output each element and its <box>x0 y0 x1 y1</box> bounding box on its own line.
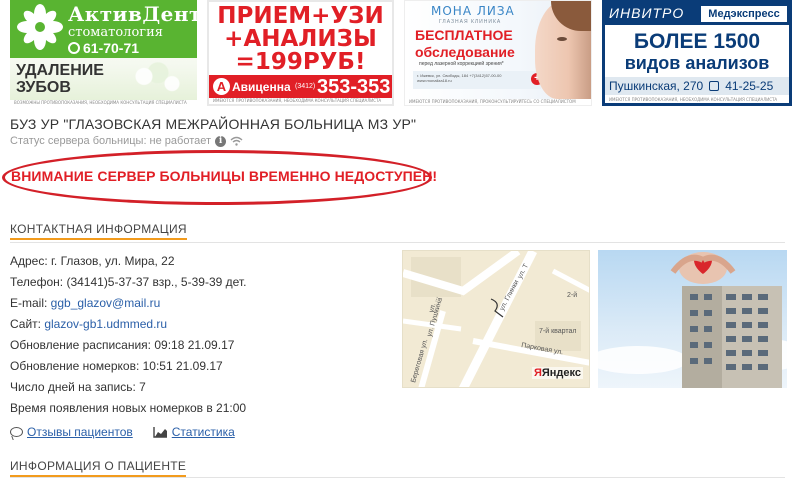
page-title: БУЗ УР "ГЛАЗОВСКАЯ МЕЖРАЙОННАЯ БОЛЬНИЦА … <box>10 116 417 132</box>
hospital-photo <box>598 250 787 388</box>
building-image <box>598 252 787 388</box>
ad-invitro-brand: ИНВИТРО <box>609 5 685 21</box>
phone-icon <box>709 81 720 91</box>
ad-aktivdent-brand: АктивДент <box>68 2 197 26</box>
contact-email-label: E-mail: <box>10 296 51 310</box>
ad-avicenna-line2: +АНАЛИЗЫ <box>224 26 377 52</box>
server-alert: ВНИМАНИЕ СЕРВЕР БОЛЬНИЦЫ ВРЕМЕННО НЕДОСТ… <box>11 168 438 184</box>
ad-monaliza-brand: МОНА ЛИЗА <box>431 4 515 18</box>
banner-row: АктивДент стоматология 61-70-71 УДАЛЕНИЕ… <box>10 0 792 106</box>
section-divider-bottom <box>10 477 785 478</box>
location-map[interactable]: ул. Т ул. Глинки ул. Пушкина Береговая у… <box>402 250 590 388</box>
ad-aktivdent-sub: стоматология <box>68 25 163 40</box>
contact-site-label: Сайт: <box>10 317 45 331</box>
ad-aktivdent-text-line2: ЗУБОВ <box>16 79 71 96</box>
blossom-decoration <box>123 62 193 98</box>
ad-aktivdent-text: УДАЛЕНИЕ ЗУБОВ <box>16 62 104 96</box>
schedule-update: Обновление расписания: 09:18 21.09.17 <box>10 338 235 352</box>
ad-invitro-line1: БОЛЕЕ 1500 <box>633 30 761 53</box>
ad-monaliza-brand-sub: ГЛАЗНАЯ КЛИНИКА <box>439 19 502 25</box>
info-icon[interactable]: i <box>215 135 227 147</box>
stats-link-label: Статистика <box>171 425 235 439</box>
chart-icon <box>153 426 167 438</box>
comment-icon <box>10 427 23 437</box>
ad-monaliza-subtitle: перед лазерной коррекцией зрения* <box>419 61 504 67</box>
patient-heading-text: ИНФОРМАЦИЯ О ПАЦИЕНТЕ <box>10 459 187 473</box>
booking-days: Число дней на запись: 7 <box>10 380 146 394</box>
contact-links: Отзывы пациентов Статистика <box>10 425 235 439</box>
stats-link[interactable]: Статистика <box>153 425 235 439</box>
new-numbers-time: Время появления новых номерков в 21:00 <box>10 401 247 415</box>
yandex-logo: ЯЯндекс <box>531 367 583 379</box>
ad-avicenna-line3: =199РУБ! <box>235 49 366 75</box>
avicenna-logo-icon: А <box>213 78 230 95</box>
section-divider <box>10 242 785 243</box>
ad-aktivdent[interactable]: АктивДент стоматология 61-70-71 УДАЛЕНИЕ… <box>10 0 197 106</box>
ad-aktivdent-phone-row: 61-70-71 <box>68 40 139 56</box>
ad-invitro[interactable]: ИНВИТРО Медэкспресс БОЛЕЕ 1500 видов ана… <box>602 0 792 106</box>
ad-invitro-address: Пушкинская, 270 <box>609 79 704 93</box>
map-provider: Яндекс <box>541 367 581 379</box>
ad-invitro-note: ИМЕЮТСЯ ПРОТИВОПОКАЗАНИЯ, НЕОБХОДИМА КОН… <box>605 97 789 103</box>
ad-aktivdent-note: ВОЗМОЖНЫ ПРОТИВОПОКАЗАНИЯ, НЕОБХОДИМА КО… <box>10 100 197 106</box>
ad-avicenna-bar: А Авиценна (3412) 353-353 <box>209 75 392 99</box>
ad-avicenna-code: (3412) <box>295 83 316 90</box>
contact-site-row: Сайт: glazov-gb1.udmmed.ru <box>10 317 167 331</box>
phone-icon <box>68 42 80 54</box>
numbers-update: Обновление номерков: 10:51 21.09.17 <box>10 359 223 373</box>
flower-logo-icon <box>17 4 63 50</box>
contact-heading-text: КОНТАКТНАЯ ИНФОРМАЦИЯ <box>10 222 187 236</box>
contact-email-row: E-mail: ggb_glazov@mail.ru <box>10 296 160 310</box>
ad-aktivdent-text-line1: УДАЛЕНИЕ <box>16 62 104 79</box>
contact-address: Адрес: г. Глазов, ул. Мира, 22 <box>10 254 175 268</box>
reviews-link[interactable]: Отзывы пациентов <box>10 425 133 439</box>
ad-invitro-footer: Пушкинская, 270 41-25-25 <box>605 77 789 95</box>
map-label-2: 2-й <box>567 291 577 299</box>
ad-avicenna-line1: ПРИЕМ+УЗИ <box>217 3 384 29</box>
ad-invitro-partner: Медэкспресс <box>701 6 787 22</box>
email-link[interactable]: ggb_glazov@mail.ru <box>51 296 161 310</box>
ad-avicenna[interactable]: ПРИЕМ+УЗИ +АНАЛИЗЫ =199РУБ! А Авиценна (… <box>207 0 394 106</box>
contact-phone: Телефон: (34141)5-37-37 взр., 5-39-39 де… <box>10 275 247 289</box>
ad-monaliza-title1: БЕСПЛАТНОЕ <box>415 27 513 43</box>
site-link[interactable]: glazov-gb1.udmmed.ru <box>44 317 167 331</box>
ad-avicenna-note: ИМЕЮТСЯ ПРОТИВОПОКАЗАНИЯ, НЕОБХОДИМА КОН… <box>209 98 392 104</box>
patient-heading: ИНФОРМАЦИЯ О ПАЦИЕНТЕ <box>10 459 187 477</box>
ad-avicenna-phone: 353-353 <box>317 76 391 98</box>
heading-underline <box>10 238 187 240</box>
ad-invitro-line2: видов анализов <box>624 53 770 73</box>
woman-eye-image <box>557 37 567 41</box>
ad-monaliza[interactable]: МОНА ЛИЗА ГЛАЗНАЯ КЛИНИКА БЕСПЛАТНОЕ обс… <box>404 0 592 106</box>
ad-avicenna-brand: Авиценна <box>232 80 291 94</box>
server-status: Статус сервера больницы: не работает i <box>10 135 243 147</box>
ad-invitro-topbar: ИНВИТРО Медэкспресс <box>605 3 789 25</box>
reviews-link-label: Отзывы пациентов <box>27 425 133 439</box>
ad-monaliza-title2: обследование <box>415 44 515 60</box>
contact-heading: КОНТАКТНАЯ ИНФОРМАЦИЯ <box>10 222 187 240</box>
map-label-kvartal: 7-й квартал <box>539 327 577 335</box>
ad-invitro-phone: 41-25-25 <box>725 79 774 93</box>
ad-monaliza-note: ИМЕЮТСЯ ПРОТИВОПОКАЗАНИЯ, ПРОКОНСУЛЬТИРУ… <box>405 99 591 105</box>
wifi-icon <box>230 136 243 146</box>
ad-aktivdent-phone: 61-70-71 <box>83 40 140 56</box>
ad-monaliza-address: г. Ижевск, ул. Свободы, 184 +7(3412)57-0… <box>413 71 541 89</box>
server-status-text: Статус сервера больницы: не работает <box>10 135 212 147</box>
heading-underline <box>10 475 187 477</box>
